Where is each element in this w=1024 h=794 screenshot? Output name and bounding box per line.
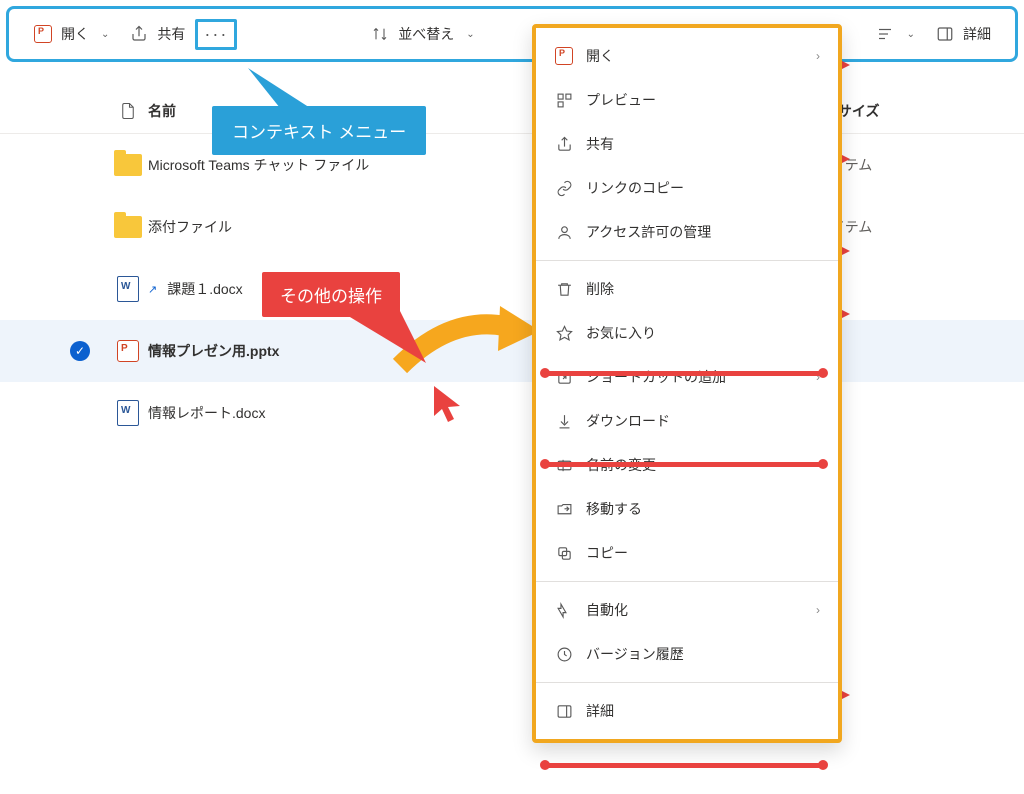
menu-label: コピー (586, 543, 628, 563)
table-row[interactable]: Microsoft Teams チャット ファイル 999 0 個のアイテム (0, 134, 1024, 196)
menu-label: 削除 (586, 279, 614, 299)
move-icon (554, 499, 574, 519)
menu-preview[interactable]: プレビュー (536, 78, 838, 122)
menu-label: プレビュー (586, 90, 656, 110)
shortcut-icon: ↗ (148, 283, 157, 296)
menu-separator (536, 581, 838, 582)
menu-move[interactable]: 移動する (536, 487, 838, 531)
menu-details[interactable]: 詳細 (536, 689, 838, 733)
list-header: 名前 ファイル サイズ (0, 88, 1024, 134)
callout-pointer (248, 68, 318, 113)
callout-label: コンテキスト メニュー (232, 123, 406, 142)
link-icon (554, 178, 574, 198)
word-icon (108, 276, 148, 302)
chevron-right-icon: › (816, 603, 820, 617)
chevron-right-icon: › (816, 49, 820, 63)
download-icon (554, 411, 574, 431)
menu-download[interactable]: ダウンロード (536, 399, 838, 443)
menu-label: アクセス許可の管理 (586, 222, 711, 242)
history-icon (554, 644, 574, 664)
word-icon (108, 400, 148, 426)
menu-open[interactable]: 開く › (536, 34, 838, 78)
details-button[interactable]: 詳細 (925, 18, 1001, 50)
view-button[interactable]: ⌄ (865, 18, 925, 50)
share-icon (129, 24, 149, 44)
menu-automate[interactable]: 自動化 › (536, 588, 838, 632)
open-button[interactable]: 開く ⌄ (23, 18, 119, 50)
shortcut-icon (554, 367, 574, 387)
details-pane-icon (554, 701, 574, 721)
preview-icon (554, 90, 574, 110)
menu-label: ショートカットの追加 (586, 367, 726, 387)
selected-check-icon[interactable]: ✓ (70, 341, 90, 361)
menu-label: 詳細 (586, 701, 614, 721)
person-icon (554, 222, 574, 242)
menu-label: 移動する (586, 499, 642, 519)
file-name[interactable]: 情報レポート.docx (148, 403, 265, 423)
star-icon (554, 323, 574, 343)
menu-label: バージョン履歴 (586, 644, 684, 664)
callout-label: その他の操作 (280, 287, 382, 306)
share-icon (554, 134, 574, 154)
annotation-line (544, 763, 824, 768)
menu-label: ダウンロード (586, 411, 670, 431)
view-icon (875, 24, 895, 44)
menu-version-history[interactable]: バージョン履歴 (536, 632, 838, 676)
toolbar: 開く ⌄ 共有 ··· 並べ替え ⌄ ⌄ 詳細 (6, 6, 1018, 62)
table-row[interactable]: 情報レポート.docx 999 411 KB (0, 382, 1024, 444)
more-icon: ··· (204, 24, 228, 45)
more-button[interactable]: ··· (195, 19, 237, 50)
powerpoint-icon (33, 24, 53, 44)
menu-label: 共有 (586, 134, 614, 154)
menu-label: 開く (586, 46, 614, 66)
cursor-icon (432, 384, 466, 424)
header-file-icon (108, 101, 148, 121)
details-label: 詳細 (963, 24, 991, 44)
menu-manage-access[interactable]: アクセス許可の管理 (536, 210, 838, 254)
header-name[interactable]: 名前 (148, 101, 176, 121)
share-label: 共有 (157, 24, 185, 44)
chevron-down-icon: ⌄ (466, 29, 474, 40)
sort-label: 並べ替え (398, 24, 454, 44)
file-name[interactable]: Microsoft Teams チャット ファイル (148, 155, 369, 175)
annotation-line (544, 462, 824, 467)
callout-context-menu: コンテキスト メニュー (212, 106, 426, 155)
menu-label: お気に入り (586, 323, 656, 343)
folder-icon (108, 216, 148, 238)
context-menu: 開く › プレビュー 共有 リンクのコピー アクセス許可の管理 削除 お気に入り… (532, 24, 842, 743)
file-name[interactable]: 情報プレゼン用.pptx (148, 341, 279, 361)
file-list: 名前 ファイル サイズ Microsoft Teams チャット ファイル 99… (0, 68, 1024, 444)
menu-label: リンクのコピー (586, 178, 684, 198)
folder-icon (108, 154, 148, 176)
chevron-down-icon: ⌄ (101, 29, 109, 40)
chevron-down-icon: ⌄ (907, 29, 915, 40)
callout-pointer (340, 311, 430, 371)
sort-icon (370, 24, 390, 44)
menu-share[interactable]: 共有 (536, 122, 838, 166)
menu-favorite[interactable]: お気に入り (536, 311, 838, 355)
file-name[interactable]: 添付ファイル (148, 217, 232, 237)
trash-icon (554, 279, 574, 299)
menu-add-shortcut[interactable]: ショートカットの追加 › (536, 355, 838, 399)
menu-label: 自動化 (586, 600, 628, 620)
menu-copy-link[interactable]: リンクのコピー (536, 166, 838, 210)
powerpoint-icon (554, 46, 574, 66)
file-name[interactable]: 課題１.docx (167, 279, 242, 299)
menu-delete[interactable]: 削除 (536, 267, 838, 311)
menu-separator (536, 260, 838, 261)
menu-separator (536, 682, 838, 683)
share-button[interactable]: 共有 (119, 18, 195, 50)
automate-icon (554, 600, 574, 620)
copy-icon (554, 543, 574, 563)
callout-other-actions: その他の操作 (262, 272, 400, 317)
table-row[interactable]: 添付ファイル 999 0 個のアイテム (0, 196, 1024, 258)
open-label: 開く (61, 24, 89, 44)
details-pane-icon (935, 24, 955, 44)
sort-button[interactable]: 並べ替え ⌄ (360, 18, 484, 50)
annotation-line (544, 371, 824, 376)
powerpoint-icon (108, 340, 148, 362)
menu-copy[interactable]: コピー (536, 531, 838, 575)
